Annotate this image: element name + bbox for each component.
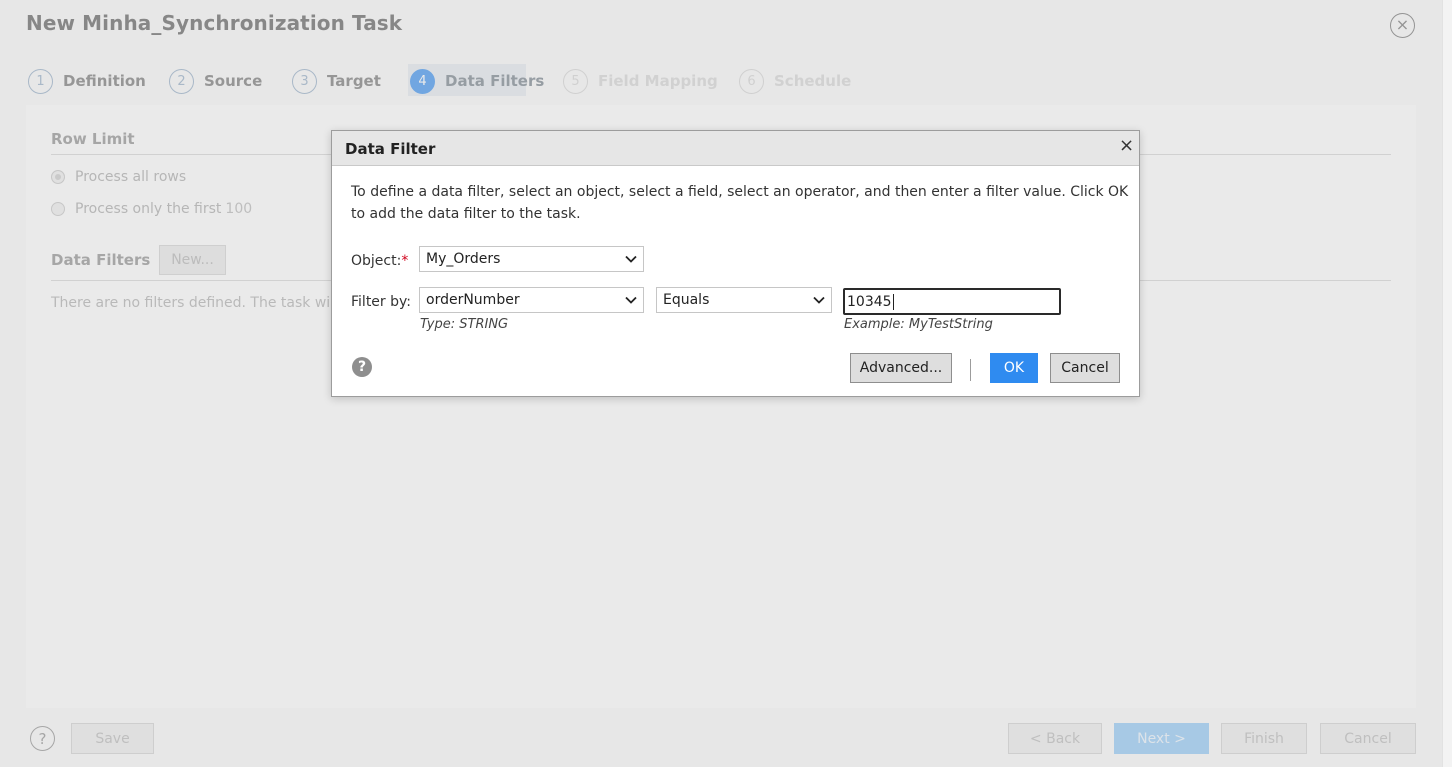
filter-value-text: 10345 — [847, 293, 892, 310]
dialog-instructions: To define a data filter, select an objec… — [351, 184, 1129, 222]
operator-select-value: Equals — [663, 292, 710, 308]
required-marker: * — [401, 253, 409, 269]
advanced-button[interactable]: Advanced... — [850, 353, 952, 383]
text-caret — [892, 293, 894, 310]
chevron-down-icon — [813, 296, 825, 304]
filter-value-input[interactable]: 10345 — [843, 288, 1061, 315]
filter-by-label: Filter by: — [351, 294, 411, 310]
chevron-down-icon — [625, 296, 637, 304]
button-separator — [970, 359, 971, 381]
dialog-title: Data Filter — [345, 140, 436, 158]
help-icon[interactable]: ? — [352, 357, 372, 377]
dialog-header: Data Filter × — [332, 131, 1139, 166]
type-hint: Type: STRING — [420, 317, 509, 332]
object-label: Object:* — [351, 253, 408, 269]
data-filter-dialog: Data Filter × To define a data filter, s… — [331, 130, 1140, 397]
cancel-button[interactable]: Cancel — [1050, 353, 1120, 383]
chevron-down-icon — [625, 255, 637, 263]
example-hint: Example: MyTestString — [844, 317, 993, 332]
ok-button[interactable]: OK — [990, 353, 1038, 383]
field-select-value: orderNumber — [426, 292, 520, 308]
object-label-text: Object: — [351, 253, 402, 269]
close-icon[interactable]: × — [1119, 135, 1134, 156]
object-select-value: My_Orders — [426, 251, 501, 267]
object-select[interactable]: My_Orders — [419, 246, 644, 272]
scrollbar-track[interactable] — [1442, 0, 1452, 767]
operator-select[interactable]: Equals — [656, 287, 832, 313]
field-select[interactable]: orderNumber — [419, 287, 644, 313]
